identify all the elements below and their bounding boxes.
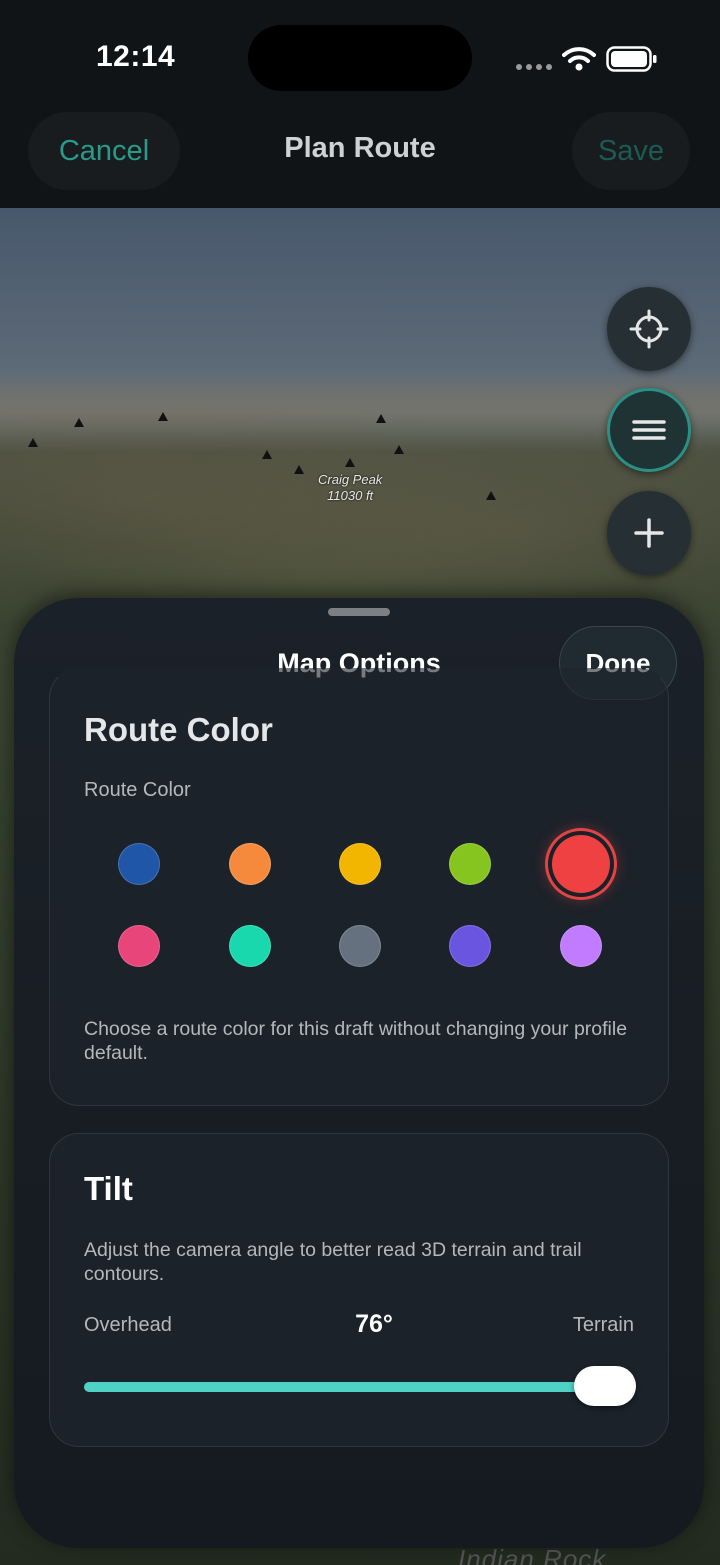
peak-label: Craig Peak 11030 ft <box>318 472 382 504</box>
locate-button[interactable] <box>607 287 691 371</box>
tilt-slider-fill <box>84 1382 609 1392</box>
color-swatch[interactable] <box>118 843 161 885</box>
color-swatch[interactable] <box>228 925 271 967</box>
route-color-card: Route Color Route Color Choose a route c… <box>49 668 669 1106</box>
peak-marker <box>294 465 304 474</box>
tilt-description: Adjust the camera angle to better read 3… <box>84 1239 582 1285</box>
color-swatch[interactable] <box>559 925 602 967</box>
sheet-grabber[interactable] <box>328 608 390 616</box>
color-swatch[interactable] <box>228 843 271 885</box>
map-options-button[interactable] <box>607 388 691 472</box>
peak-marker <box>376 414 386 423</box>
wifi-icon <box>562 47 596 71</box>
peak-marker <box>158 412 168 421</box>
color-swatch[interactable] <box>338 843 381 885</box>
tilt-heading: Tilt <box>84 1170 133 1207</box>
save-button[interactable]: Save <box>572 112 690 190</box>
color-swatch-cell <box>415 823 525 905</box>
peak-marker <box>28 438 38 447</box>
peak-marker <box>394 445 404 454</box>
color-swatch-cell <box>305 823 415 905</box>
color-swatch-cell <box>305 905 415 987</box>
peak-marker <box>345 458 355 467</box>
tilt-max-label: Terrain <box>572 1314 634 1336</box>
color-swatch-grid <box>84 823 636 987</box>
color-swatch-cell <box>84 905 194 987</box>
battery-icon <box>606 46 657 72</box>
color-swatch-cell <box>194 823 304 905</box>
color-swatch-selected[interactable] <box>551 835 610 893</box>
peak-elevation: 11030 ft <box>327 488 374 503</box>
dynamic-island <box>248 25 472 91</box>
color-swatch[interactable] <box>449 925 492 967</box>
color-swatch-cell <box>526 905 636 987</box>
plus-icon <box>634 518 664 548</box>
color-swatch-cell <box>526 823 636 905</box>
tilt-slider[interactable] <box>84 1366 636 1406</box>
peak-marker <box>262 450 272 459</box>
route-color-label: Route Color <box>84 779 191 801</box>
map-options-sheet: Map Options Done Route Color Route Color… <box>14 598 704 1548</box>
tilt-card: Tilt Adjust the camera angle to better r… <box>49 1133 669 1447</box>
peak-marker <box>486 491 496 500</box>
status-time: 12:14 <box>96 40 176 73</box>
color-swatch-cell <box>415 905 525 987</box>
menu-icon <box>632 420 666 440</box>
tilt-slider-thumb[interactable] <box>574 1366 636 1406</box>
color-swatch-cell <box>194 905 304 987</box>
color-swatch[interactable] <box>449 843 492 885</box>
color-swatch[interactable] <box>118 925 161 967</box>
route-color-help: Choose a route color for this draft with… <box>84 1018 628 1064</box>
peak-marker <box>74 418 84 427</box>
zoom-in-button[interactable] <box>607 491 691 575</box>
color-swatch[interactable] <box>338 925 381 967</box>
top-bar: 12:14 Cancel Plan Route Save <box>0 0 720 208</box>
color-swatch-cell <box>84 823 194 905</box>
route-color-heading: Route Color <box>84 711 273 748</box>
crosshair-icon <box>629 309 669 349</box>
cellular-signal-icon <box>516 64 552 70</box>
peak-name: Craig Peak <box>318 472 383 487</box>
